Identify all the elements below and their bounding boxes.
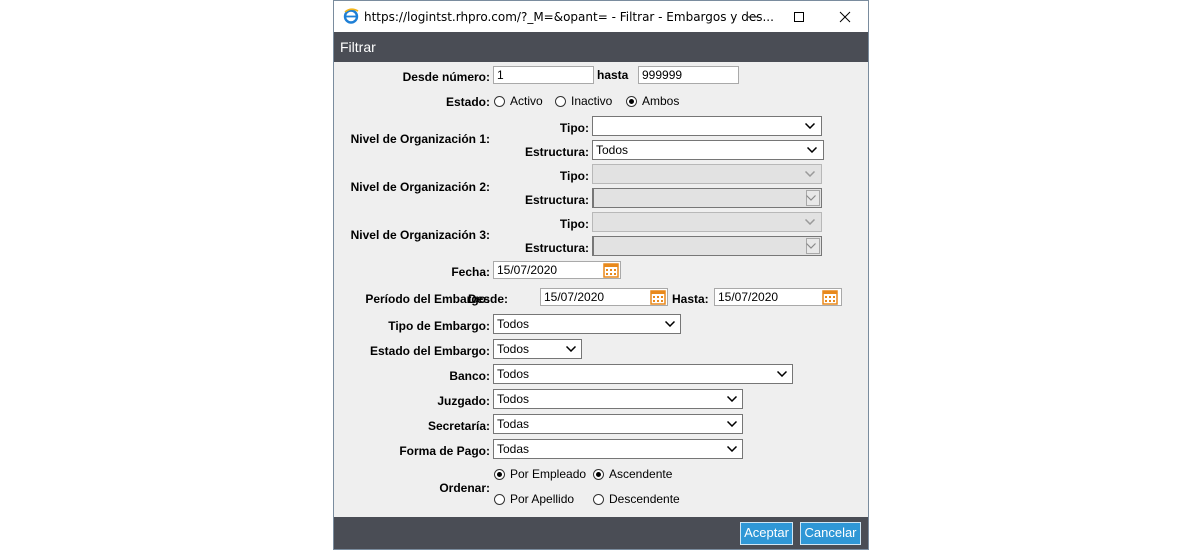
dialog-title: Filtrar (340, 39, 376, 55)
dialog-footer: Aceptar Cancelar (334, 517, 868, 549)
estado-ambos-radio[interactable] (626, 96, 637, 107)
chevron-down-icon (727, 421, 737, 427)
ordenar-apellido-label: Por Apellido (510, 492, 575, 506)
nivel2-estructura-select[interactable] (592, 188, 822, 208)
juzgado-label: Juzgado: (437, 394, 490, 408)
close-icon (839, 11, 851, 23)
descendente-label: Descendente (609, 492, 680, 506)
chevron-down-icon (727, 446, 737, 452)
nivel3-estructura-select[interactable] (592, 236, 822, 256)
nivel1-label: Nivel de Organización 1: (350, 132, 490, 146)
internet-explorer-icon (343, 8, 359, 24)
ascendente-label: Ascendente (609, 467, 673, 481)
secretaria-label: Secretaría: (427, 419, 490, 433)
window-titlebar: https://logintst.rhpro.com/?_M=&opant= -… (334, 1, 868, 32)
estado-inactivo-label: Inactivo (571, 94, 613, 108)
hasta-label: hasta (597, 68, 629, 82)
chevron-down-icon (665, 321, 675, 327)
chevron-down-icon (727, 396, 737, 402)
hasta-numero-input[interactable]: 999999 (638, 66, 739, 84)
chevron-down-icon (805, 219, 815, 225)
calendar-icon[interactable] (602, 261, 620, 279)
chevron-down-icon (807, 147, 817, 153)
chevron-down-icon (805, 123, 815, 129)
chevron-down-icon (805, 171, 815, 177)
ordenar-empleado-label: Por Empleado (510, 467, 587, 481)
ordenar-label: Ordenar: (439, 481, 490, 495)
nivel3-label: Nivel de Organización 3: (350, 228, 490, 242)
estado-activo-radio[interactable] (494, 96, 505, 107)
tipo-embargo-label: Tipo de Embargo: (388, 319, 490, 333)
desde-numero-label: Desde número: (402, 70, 490, 84)
ascendente-radio[interactable] (593, 469, 604, 480)
estado-embargo-label: Estado del Embargo: (369, 344, 490, 358)
periodo-hasta-label: Hasta: (672, 292, 709, 306)
nivel3-tipo-label: Tipo: (559, 217, 589, 231)
periodo-desde-label: Desde: (468, 292, 509, 306)
nivel3-estructura-label: Estructura: (524, 241, 589, 255)
forma-pago-label: Forma de Pago: (399, 444, 490, 458)
estado-ambos-label: Ambos (642, 94, 680, 108)
dialog-header: Filtrar (334, 32, 868, 62)
calendar-icon[interactable] (821, 288, 839, 306)
banco-label: Banco: (449, 369, 490, 383)
tipo-embargo-select[interactable]: Todos (493, 314, 681, 334)
filter-dialog-window: https://logintst.rhpro.com/?_M=&opant= -… (333, 0, 869, 550)
nivel2-tipo-select[interactable] (592, 164, 822, 184)
estado-inactivo-radio[interactable] (555, 96, 566, 107)
maximize-button[interactable] (776, 1, 822, 32)
chevron-down-icon (806, 243, 816, 249)
estado-label: Estado: (445, 95, 490, 109)
nivel1-tipo-label: Tipo: (559, 121, 589, 135)
chevron-down-icon (777, 371, 787, 377)
estado-activo-label: Activo (510, 94, 543, 108)
cancelar-button[interactable]: Cancelar (800, 522, 861, 545)
desde-numero-input[interactable]: 1 (493, 66, 594, 84)
fecha-label: Fecha: (451, 265, 490, 279)
calendar-icon[interactable] (649, 288, 667, 306)
juzgado-select[interactable]: Todos (493, 389, 743, 409)
nivel1-tipo-select[interactable] (592, 116, 822, 136)
minimize-button[interactable] (730, 1, 776, 32)
descendente-radio[interactable] (593, 494, 604, 505)
window-title: https://logintst.rhpro.com/?_M=&opant= -… (364, 10, 774, 24)
minimize-icon (748, 16, 758, 18)
secretaria-select[interactable]: Todas (493, 414, 743, 434)
banco-select[interactable]: Todos (493, 364, 793, 384)
ordenar-empleado-radio[interactable] (494, 469, 505, 480)
aceptar-button[interactable]: Aceptar (740, 522, 793, 545)
nivel2-label: Nivel de Organización 2: (350, 180, 490, 194)
ordenar-apellido-radio[interactable] (494, 494, 505, 505)
maximize-icon (794, 12, 804, 22)
nivel3-tipo-select[interactable] (592, 212, 822, 232)
chevron-down-icon (806, 195, 816, 201)
nivel1-estructura-select[interactable]: Todos (592, 140, 824, 160)
forma-pago-select[interactable]: Todas (493, 439, 743, 459)
nivel2-estructura-label: Estructura: (524, 193, 589, 207)
nivel2-tipo-label: Tipo: (559, 169, 589, 183)
nivel1-estructura-label: Estructura: (524, 145, 589, 159)
chevron-down-icon (566, 346, 576, 352)
close-button[interactable] (822, 1, 868, 32)
